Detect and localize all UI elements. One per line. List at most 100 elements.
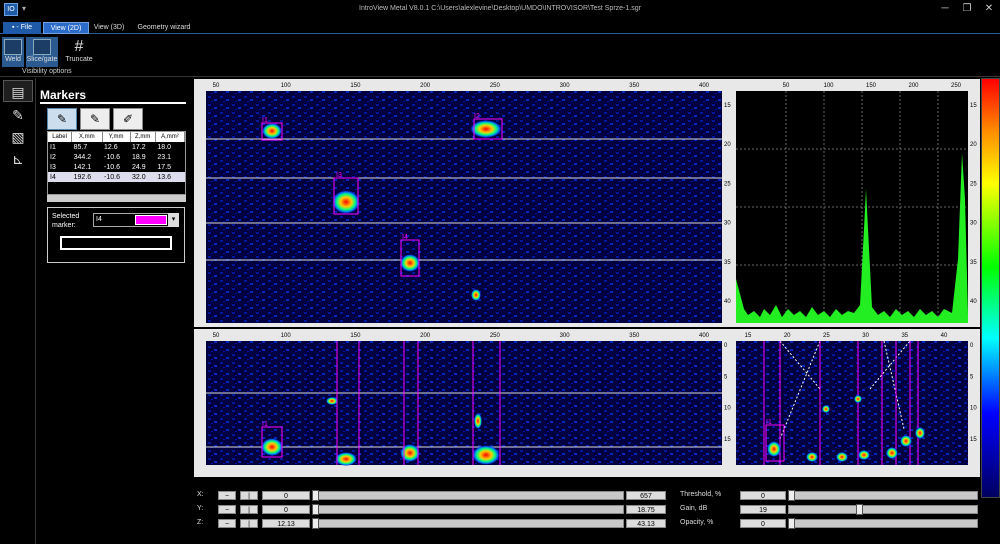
param-slider-thumb[interactable] (788, 518, 795, 529)
truncate-label: Truncate (65, 56, 93, 63)
y-tick-label: 15 (970, 103, 977, 109)
param-value[interactable]: 0 (740, 491, 786, 500)
x-tick-label: 25 (823, 333, 830, 339)
maximize-button[interactable]: ❐ (958, 2, 976, 16)
table-row-selected[interactable]: I4 192.6 -10.6 32.0 13.6 (48, 172, 185, 182)
column-header[interactable]: X,mm (71, 132, 103, 142)
indication-blob (474, 413, 482, 429)
slice-gate-label: Slice/gate (26, 56, 58, 63)
bscan-image (206, 341, 722, 465)
axis-slider-thumb[interactable] (312, 518, 319, 529)
tab-file[interactable]: ▪ - File (3, 22, 41, 34)
marker-draw-tool-2[interactable]: ✎ (80, 108, 110, 130)
axis-slider-thumb[interactable] (312, 504, 319, 515)
marker-color-swatch[interactable] (135, 215, 167, 225)
cell-label: I2 (50, 153, 56, 161)
param-value[interactable]: 0 (740, 519, 786, 528)
column-header[interactable]: Y,mm (102, 132, 131, 142)
cell-z: 18.9 (132, 153, 146, 161)
slice-gate-button[interactable]: Slice/gate (26, 37, 58, 67)
x-tick-label: 100 (281, 83, 292, 89)
weld-icon (4, 39, 22, 55)
tab-view-3d[interactable]: View (3D) (91, 22, 127, 34)
param-slider[interactable] (788, 491, 978, 500)
marker-draw-tool-3[interactable]: ✐ (113, 108, 143, 130)
indication-blob (900, 435, 912, 447)
cell-label: I1 (50, 143, 56, 151)
y-tick-label: 10 (970, 406, 977, 412)
x-tick-label: 35 (901, 333, 908, 339)
x-tick-label: 200 (908, 83, 919, 89)
window-title: IntroView Metal V8.0.1 C:\Users\alexlevi… (359, 5, 641, 12)
axis-slider-thumb[interactable] (312, 490, 319, 501)
dscan-view[interactable]: I1 15 20 25 30 35 40 051015 (734, 329, 980, 477)
tab-geometry-wizard[interactable]: Geometry wizard (132, 22, 196, 34)
x-tick-label: 40 (941, 333, 948, 339)
cell-label: I4 (48, 172, 72, 182)
table-row[interactable]: I3 142.1 -10.6 24.9 17.5 (48, 162, 185, 172)
axis-decrement-button[interactable]: − (218, 505, 236, 514)
param-slider[interactable] (788, 519, 978, 528)
ascan-view[interactable]: 50 100 150 200 250 15 20 25 30 35 40 (734, 79, 980, 327)
y-tick-label: 25 (970, 181, 977, 187)
marker-label: I1 (262, 117, 268, 124)
pen-icon[interactable]: ✎ (3, 104, 33, 126)
indication-blob (400, 254, 420, 272)
layers-icon[interactable]: ▧ (3, 126, 33, 148)
axis-start-value[interactable]: 0 (262, 505, 310, 514)
y-tick-label: 40 (970, 299, 977, 305)
x-tick-label: 100 (281, 333, 292, 339)
markers-table-scrollbar[interactable] (47, 195, 186, 202)
param-label: Threshold, % (680, 491, 722, 498)
table-row[interactable]: I1 85.7 12.6 17.2 18.0 (48, 142, 185, 152)
bscan-view[interactable]: I1 50 100 150 200 250 300 350 400 051015 (194, 329, 734, 477)
document-icon[interactable]: ▤ (3, 80, 33, 102)
indication-blob (767, 441, 781, 457)
weld-button[interactable]: Weld (2, 37, 24, 67)
axis-gate-button[interactable]: | (240, 519, 258, 528)
marker-draw-tool-1[interactable]: ✎ (47, 108, 77, 130)
axis-end-value[interactable]: 43.13 (626, 519, 666, 528)
cell-z: 17.2 (132, 143, 146, 151)
axis-range-slider[interactable] (312, 519, 624, 528)
minimize-button[interactable]: ─ (936, 2, 954, 16)
x-tick-label: 350 (629, 333, 640, 339)
axis-gate-button[interactable]: | (240, 505, 258, 514)
tab-view-2d[interactable]: View (2D) (43, 22, 89, 34)
ruler-icon[interactable]: ⊾ (3, 148, 33, 170)
table-row[interactable]: I2 344.2 -10.6 18.9 23.1 (48, 152, 185, 162)
param-slider-thumb[interactable] (856, 504, 864, 515)
cell-a: 18.0 (157, 143, 172, 151)
axis-start-value[interactable]: 12.13 (262, 519, 310, 528)
axis-end-value[interactable]: 18.75 (626, 505, 666, 514)
axis-label: Y: (197, 505, 204, 512)
x-tick-label: 150 (350, 333, 361, 339)
axis-range-slider[interactable] (312, 505, 624, 514)
visibility-options-group-label: Visibility options (22, 68, 72, 75)
cell-z: 32.0 (130, 172, 156, 182)
param-slider[interactable] (788, 505, 978, 514)
truncate-button[interactable]: # Truncate (62, 37, 96, 67)
column-header[interactable]: Z,mm (130, 132, 156, 142)
axis-label: X: (197, 491, 204, 498)
axis-end-value[interactable]: 657 (626, 491, 666, 500)
column-header[interactable]: A,mm² (155, 132, 186, 142)
cell-y: -10.6 (104, 163, 120, 171)
marker-label: I2 (474, 113, 480, 120)
axis-start-value[interactable]: 0 (262, 491, 310, 500)
ribbon (0, 35, 1000, 77)
axis-gate-button[interactable]: | (240, 491, 258, 500)
marker-comment-field[interactable] (60, 236, 172, 250)
axis-range-slider[interactable] (312, 491, 624, 500)
x-tick-label: 300 (560, 333, 571, 339)
cscan-view[interactable]: I1 I2 I3 I4 50 100 150 200 250 300 350 400 15 20… (194, 79, 734, 327)
param-label: Gain, dB (680, 505, 708, 512)
chevron-down-icon[interactable]: ▾ (168, 213, 179, 227)
param-slider-thumb[interactable] (788, 490, 795, 501)
column-header[interactable]: Label (48, 132, 73, 142)
param-value[interactable]: 19 (740, 505, 786, 514)
axis-decrement-button[interactable]: − (218, 519, 236, 528)
markers-title: Markers (40, 88, 186, 104)
close-button[interactable]: ✕ (980, 2, 998, 16)
axis-decrement-button[interactable]: − (218, 491, 236, 500)
